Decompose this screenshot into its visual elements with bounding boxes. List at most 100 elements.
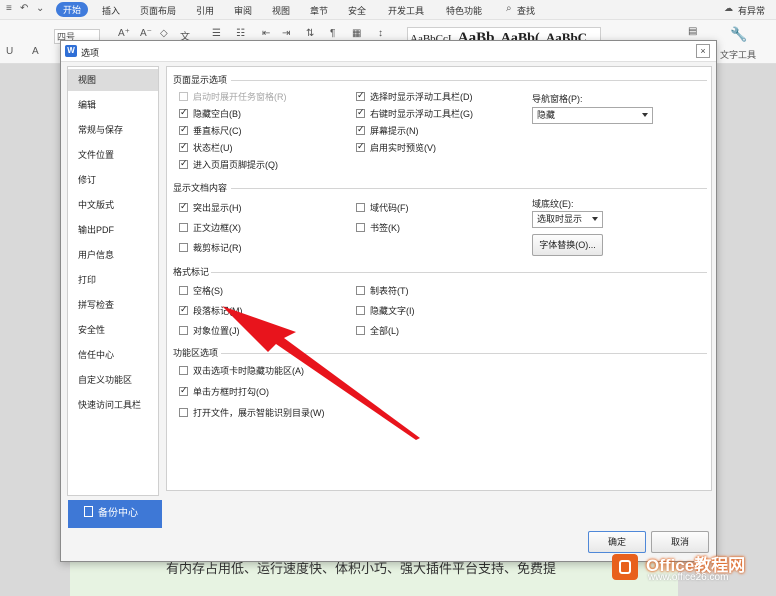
checkbox-float-toolbar-select[interactable]: 选择时显示浮动工具栏(D)	[356, 90, 473, 104]
outdent-icon[interactable]: ⇤	[262, 28, 270, 39]
checkbox-float-toolbar-rightclick[interactable]: 右键时显示浮动工具栏(G)	[356, 107, 473, 121]
nav-item-user-info[interactable]: 用户信息	[68, 244, 158, 266]
dialog-titlebar[interactable]: W 选项 ×	[61, 41, 716, 62]
chevron-down-icon	[592, 217, 598, 221]
nav-item-general-save[interactable]: 常规与保存	[68, 119, 158, 141]
menu-tab-security[interactable]: 安全	[348, 4, 366, 17]
menu-tab-chapter[interactable]: 章节	[310, 4, 328, 17]
nav-item-trust-center[interactable]: 信任中心	[68, 344, 158, 366]
checkbox-box[interactable]	[356, 223, 365, 232]
text-tool-icon[interactable]: ▤	[688, 26, 697, 37]
checkbox-header-footer-tip[interactable]: 进入页眉页脚提示(Q)	[179, 158, 278, 172]
checkbox-box[interactable]	[356, 90, 365, 101]
nav-item-security[interactable]: 安全性	[68, 319, 158, 341]
checkbox-box[interactable]	[179, 408, 188, 417]
wrench-icon[interactable]: 🔧	[730, 26, 747, 43]
checkbox-box[interactable]	[179, 223, 188, 232]
checkbox-hidden-text[interactable]: 隐藏文字(I)	[356, 304, 415, 318]
shrink-font-icon[interactable]: A⁻	[140, 28, 152, 39]
close-button[interactable]: ×	[696, 44, 710, 58]
search-label[interactable]: 查找	[517, 4, 535, 17]
checkbox-box[interactable]	[179, 124, 188, 135]
border-icon[interactable]: ▦	[352, 28, 361, 39]
checkbox-box[interactable]	[356, 326, 365, 335]
checkbox-box[interactable]	[179, 158, 188, 169]
checkbox-status-bar[interactable]: 状态栏(U)	[179, 141, 233, 155]
underline-icon[interactable]: U	[6, 46, 13, 57]
sort-icon[interactable]: ⇅	[306, 28, 314, 39]
checkbox-crop-marks[interactable]: 裁剪标记(R)	[179, 241, 242, 255]
checkbox-all-marks[interactable]: 全部(L)	[356, 324, 399, 338]
checkbox-box[interactable]	[179, 201, 188, 212]
menu-tab-features[interactable]: 特色功能	[446, 4, 482, 17]
menu-tab-insert[interactable]: 插入	[102, 4, 120, 17]
checkbox-dblclick-hide-ribbon[interactable]: 双击选项卡时隐藏功能区(A)	[179, 364, 304, 378]
checkbox-object-anchors[interactable]: 对象位置(J)	[179, 324, 240, 338]
menu-tab-references[interactable]: 引用	[196, 4, 214, 17]
checkbox-box[interactable]	[179, 385, 188, 396]
checkbox-box[interactable]	[179, 141, 188, 152]
section-title-doc-content: 显示文档内容	[173, 183, 228, 193]
checkbox-box[interactable]	[356, 203, 365, 212]
checkbox-expand-task-pane[interactable]: 启动时展开任务窗格(R)	[179, 90, 287, 104]
checkbox-spaces[interactable]: 空格(S)	[179, 284, 223, 298]
line-spacing-icon[interactable]: ↕	[378, 28, 383, 39]
text-tool-label[interactable]: 文字工具	[720, 48, 756, 61]
bullets-icon[interactable]: ☰	[212, 28, 221, 39]
checkbox-vertical-ruler[interactable]: 垂直标尺(C)	[179, 124, 242, 138]
checkbox-box[interactable]	[179, 107, 188, 118]
nav-item-export-pdf[interactable]: 输出PDF	[68, 219, 158, 241]
field-shading-select[interactable]: 选取时显示	[532, 211, 603, 228]
grow-font-icon[interactable]: A⁺	[118, 28, 130, 39]
checkbox-box[interactable]	[179, 243, 188, 252]
checkbox-box[interactable]	[179, 326, 188, 335]
nav-item-quick-access[interactable]: 快速访问工具栏	[68, 394, 158, 416]
checkbox-box[interactable]	[356, 306, 365, 315]
nav-item-customize-ribbon[interactable]: 自定义功能区	[68, 369, 158, 391]
checkbox-paragraph-marks[interactable]: 段落标记(M)	[179, 304, 243, 318]
checkbox-smart-toc[interactable]: 打开文件，展示智能识别目录(W)	[179, 406, 325, 420]
nav-item-print[interactable]: 打印	[68, 269, 158, 291]
menu-tab-home[interactable]: 开始	[56, 2, 89, 17]
menu-tab-layout[interactable]: 页面布局	[140, 4, 176, 17]
menu-tab-review[interactable]: 审阅	[234, 4, 252, 17]
indent-icon[interactable]: ⇥	[282, 28, 290, 39]
numbering-icon[interactable]: ☷	[236, 28, 245, 39]
checkbox-box[interactable]	[356, 124, 365, 135]
dropdown-icon[interactable]: ⌄	[36, 3, 44, 14]
checkbox-box[interactable]	[179, 366, 188, 375]
checkbox-highlight[interactable]: 突出显示(H)	[179, 201, 242, 215]
strikethrough-icon[interactable]: A	[32, 46, 39, 57]
menu-tab-view[interactable]: 视图	[272, 4, 290, 17]
nav-item-revision[interactable]: 修订	[68, 169, 158, 191]
nav-item-spell-check[interactable]: 拼写检查	[68, 294, 158, 316]
show-marks-icon[interactable]: ¶	[330, 28, 335, 39]
checkbox-box[interactable]	[356, 141, 365, 152]
nav-item-chinese-layout[interactable]: 中文版式	[68, 194, 158, 216]
checkbox-text-boundaries[interactable]: 正文边框(X)	[179, 221, 241, 235]
backup-center-button[interactable]: 备份中心	[68, 500, 162, 528]
checkbox-hide-whitespace[interactable]: 隐藏空白(B)	[179, 107, 241, 121]
nav-item-edit[interactable]: 编辑	[68, 94, 158, 116]
menu-icon[interactable]: ≡	[6, 3, 12, 14]
checkbox-box[interactable]	[356, 286, 365, 295]
checkbox-box[interactable]	[179, 304, 188, 315]
nav-item-view[interactable]: 视图	[68, 69, 158, 91]
menu-tab-developer[interactable]: 开发工具	[388, 4, 424, 17]
checkbox-box[interactable]	[356, 107, 365, 118]
checkbox-bookmarks[interactable]: 书签(K)	[356, 221, 400, 235]
checkbox-box[interactable]	[179, 92, 188, 101]
clear-format-icon[interactable]: ◇	[160, 28, 168, 39]
checkbox-click-to-check[interactable]: 单击方框时打勾(O)	[179, 385, 269, 399]
status-text[interactable]: 有异常	[738, 4, 765, 17]
undo-icon[interactable]: ↶	[20, 3, 28, 14]
font-substitution-button[interactable]: 字体替换(O)...	[532, 234, 603, 256]
checkbox-tab-characters[interactable]: 制表符(T)	[356, 284, 409, 298]
checkbox-screen-tips[interactable]: 屏幕提示(N)	[356, 124, 419, 138]
checkbox-live-preview[interactable]: 启用实时预览(V)	[356, 141, 436, 155]
nav-pane-select[interactable]: 隐藏	[532, 107, 653, 124]
nav-item-file-location[interactable]: 文件位置	[68, 144, 158, 166]
checkbox-box[interactable]	[179, 286, 188, 295]
search-icon[interactable]: ⌕	[506, 3, 512, 14]
checkbox-field-codes[interactable]: 域代码(F)	[356, 201, 409, 215]
